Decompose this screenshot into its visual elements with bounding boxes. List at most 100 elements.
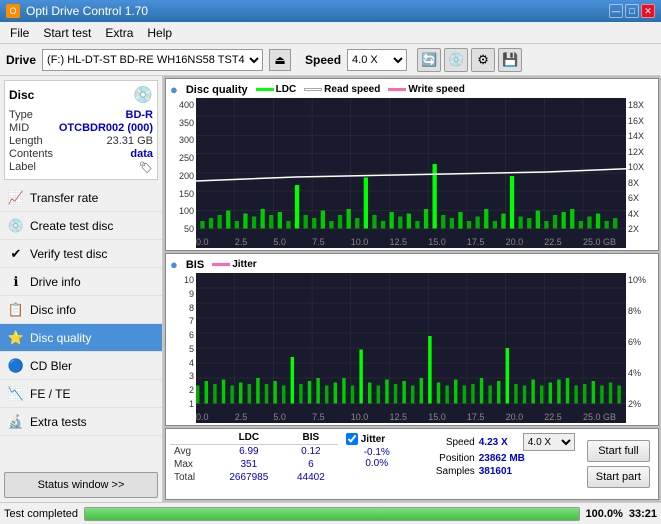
table-row: Total 2667985 44402 <box>170 471 338 484</box>
speed-label-text: Speed <box>420 437 475 448</box>
legend-jitter-box <box>212 263 230 266</box>
table-row: Max 351 6 <box>170 458 338 471</box>
y1r-8x: 8X <box>628 178 656 188</box>
col-bis: BIS <box>284 431 338 445</box>
chart2-svg: 0.0 2.5 5.0 7.5 10.0 12.5 15.0 17.5 20.0… <box>196 273 626 423</box>
menu-help[interactable]: Help <box>141 24 178 42</box>
sidebar-item-fe-te[interactable]: 📉 FE / TE <box>0 380 162 408</box>
jitter-checkbox[interactable] <box>346 433 358 445</box>
y1r-2x: 2X <box>628 224 656 234</box>
extra-tests-icon: 🔬 <box>8 414 24 430</box>
legend-write-speed-label: Write speed <box>408 84 465 95</box>
disc-info-icon: 📋 <box>8 302 24 318</box>
svg-text:2.5: 2.5 <box>235 237 248 247</box>
transfer-rate-icon: 📈 <box>8 190 24 206</box>
progress-percent: 100.0% <box>586 508 623 520</box>
menu-file[interactable]: File <box>4 24 35 42</box>
disc-quality-chart-title: ● Disc quality LDC Read speed Write spee… <box>168 81 656 98</box>
maximize-button[interactable]: □ <box>625 4 639 18</box>
start-part-button[interactable]: Start part <box>587 466 650 488</box>
disc-type-row: Type BD-R <box>9 109 153 121</box>
legend-ldc-box <box>256 88 274 91</box>
progress-status-text: Test completed <box>4 508 78 520</box>
disc-quality-chart-panel: ● Disc quality LDC Read speed Write spee… <box>165 78 659 251</box>
svg-text:20.0: 20.0 <box>506 237 524 247</box>
sidebar-item-disc-quality[interactable]: ⭐ Disc quality <box>0 324 162 352</box>
row-avg-bis: 0.12 <box>284 445 338 459</box>
y1r-16x: 16X <box>628 116 656 126</box>
row-max-label: Max <box>170 458 214 471</box>
stats-content: LDC BIS Avg 6.99 0.12 Max <box>170 431 654 497</box>
drive-icons: 🔄 💿 ⚙ 💾 <box>417 48 522 72</box>
y1-300: 300 <box>168 135 194 145</box>
row-total-label: Total <box>170 471 214 484</box>
speed-select[interactable]: 4.0 X <box>347 49 407 71</box>
refresh-icon[interactable]: 🔄 <box>417 48 441 72</box>
status-window-button[interactable]: Status window >> <box>4 472 158 498</box>
y1-400: 400 <box>168 100 194 110</box>
y1r-4x: 4X <box>628 209 656 219</box>
disc-type-val: BD-R <box>126 109 154 121</box>
main-layout: Disc 💿 Type BD-R MID OTCBDR002 (000) Len… <box>0 76 661 502</box>
drive-label: Drive <box>6 53 36 67</box>
legend-read-speed-box <box>304 88 322 91</box>
svg-text:15.0: 15.0 <box>428 412 446 422</box>
legend-ldc: LDC <box>256 84 297 95</box>
col-ldc: LDC <box>214 431 284 445</box>
progress-track <box>84 507 580 521</box>
drive-info-icon: ℹ <box>8 274 24 290</box>
drive-select[interactable]: (F:) HL-DT-ST BD-RE WH16NS58 TST4 <box>42 49 263 71</box>
sidebar-item-disc-info[interactable]: 📋 Disc info <box>0 296 162 324</box>
sidebar-item-cd-bler[interactable]: 🔵 CD Bler <box>0 352 162 380</box>
speed-val1: 4.23 X <box>479 437 519 448</box>
disc-length-row: Length 23.31 GB <box>9 135 153 147</box>
svg-text:0.0: 0.0 <box>196 412 209 422</box>
start-full-button[interactable]: Start full <box>587 440 650 462</box>
y2-3: 3 <box>168 371 194 381</box>
disc-read-icon[interactable]: 💿 <box>444 48 468 72</box>
sidebar-item-extra-tests[interactable]: 🔬 Extra tests <box>0 408 162 436</box>
speed-label: Speed <box>305 53 341 67</box>
menu-start-test[interactable]: Start test <box>37 24 97 42</box>
disc-panel: Disc 💿 Type BD-R MID OTCBDR002 (000) Len… <box>4 80 158 180</box>
row-max-bis: 6 <box>284 458 338 471</box>
speed-select2[interactable]: 4.0 X <box>523 433 575 451</box>
chart2-svg-container: 0.0 2.5 5.0 7.5 10.0 12.5 15.0 17.5 20.0… <box>196 273 626 423</box>
drive-info-label: Drive info <box>30 275 81 289</box>
menu-bar: File Start test Extra Help <box>0 22 661 44</box>
chart1-svg: 0.0 2.5 5.0 7.5 10.0 12.5 15.0 17.5 20.0… <box>196 98 626 248</box>
svg-text:0.0: 0.0 <box>196 237 209 247</box>
chart2-wrapper: 10 9 8 7 6 5 4 3 2 1 <box>168 273 656 423</box>
save-icon[interactable]: 💾 <box>498 48 522 72</box>
chart2-legend: Jitter <box>212 259 256 270</box>
sidebar-item-verify-test-disc[interactable]: ✔ Verify test disc <box>0 240 162 268</box>
nav-items: 📈 Transfer rate 💿 Create test disc ✔ Ver… <box>0 184 162 468</box>
y2-2: 2 <box>168 385 194 395</box>
svg-text:7.5: 7.5 <box>312 412 325 422</box>
sidebar-item-create-test-disc[interactable]: 💿 Create test disc <box>0 212 162 240</box>
app-title: Opti Drive Control 1.70 <box>26 4 148 18</box>
disc-info-label: Disc info <box>30 303 76 317</box>
svg-text:10.0: 10.0 <box>351 237 369 247</box>
row-total-bis: 44402 <box>284 471 338 484</box>
eject-button[interactable]: ⏏ <box>269 49 291 71</box>
minimize-button[interactable]: — <box>609 4 623 18</box>
samples-row: Samples 381601 <box>420 466 575 477</box>
y1-100: 100 <box>168 206 194 216</box>
title-bar-buttons: — □ ✕ <box>609 4 655 18</box>
svg-text:12.5: 12.5 <box>390 237 408 247</box>
settings-icon[interactable]: ⚙ <box>471 48 495 72</box>
y1-350: 350 <box>168 118 194 128</box>
sidebar-item-transfer-rate[interactable]: 📈 Transfer rate <box>0 184 162 212</box>
jitter-label: Jitter <box>361 434 385 445</box>
menu-extra[interactable]: Extra <box>99 24 139 42</box>
transfer-rate-label: Transfer rate <box>30 191 98 205</box>
legend-read-speed-label: Read speed <box>324 84 380 95</box>
verify-test-disc-label: Verify test disc <box>30 247 107 261</box>
jitter-section: Jitter -0.1% 0.0% <box>342 431 412 497</box>
disc-length-label: Length <box>9 135 43 147</box>
close-button[interactable]: ✕ <box>641 4 655 18</box>
y2-8: 8 <box>168 303 194 313</box>
jitter-max-val: 0.0% <box>365 458 388 469</box>
sidebar-item-drive-info[interactable]: ℹ Drive info <box>0 268 162 296</box>
